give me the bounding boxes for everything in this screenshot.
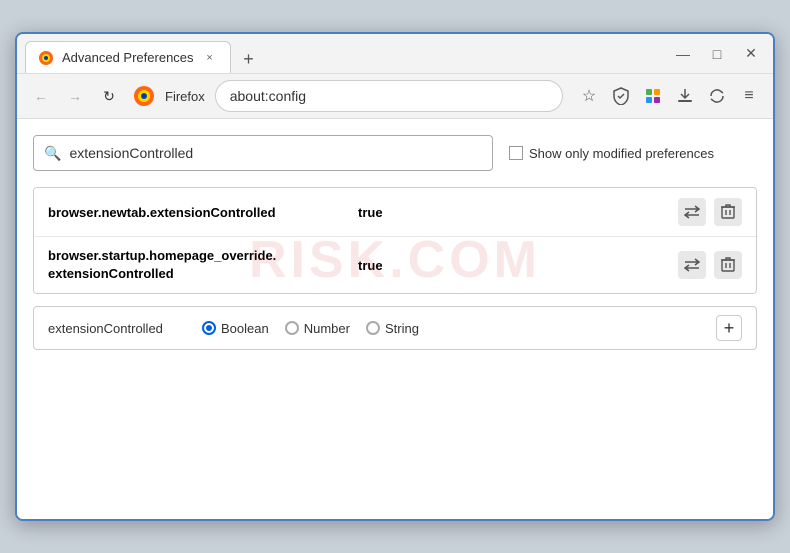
swap-icon-1[interactable] [678, 198, 706, 226]
table-row: browser.newtab.extensionControlled true [34, 188, 756, 237]
firefox-logo-icon [133, 85, 155, 107]
tab-title: Advanced Preferences [62, 50, 194, 65]
swap-svg-2 [684, 258, 700, 272]
string-label: String [385, 321, 419, 336]
row-actions-2 [678, 251, 742, 279]
shield-svg [613, 87, 629, 105]
extension-icon[interactable] [639, 82, 667, 110]
delete-icon-2[interactable] [714, 251, 742, 279]
address-bar[interactable]: about:config [215, 80, 563, 112]
pref-name-2-line2: extensionControlled [48, 265, 358, 283]
show-modified-checkbox[interactable] [509, 146, 523, 160]
sync-icon[interactable] [703, 82, 731, 110]
content-area: 🔍 Show only modified preferences browser… [17, 119, 773, 519]
type-string[interactable]: String [366, 321, 419, 336]
type-boolean[interactable]: Boolean [202, 321, 269, 336]
table-row: browser.startup.homepage_override. exten… [34, 237, 756, 293]
pref-name-2: browser.startup.homepage_override. exten… [48, 247, 358, 283]
boolean-label: Boolean [221, 321, 269, 336]
pref-name-1: browser.newtab.extensionControlled [48, 205, 358, 220]
nav-bar: ← → ↻ Firefox about:config ☆ [17, 74, 773, 119]
number-label: Number [304, 321, 350, 336]
download-svg [677, 88, 693, 104]
download-icon[interactable] [671, 82, 699, 110]
active-tab[interactable]: Advanced Preferences × [25, 41, 231, 73]
shield-icon[interactable] [607, 82, 635, 110]
forward-button[interactable]: → [61, 82, 89, 110]
menu-icon[interactable]: ≡ [735, 82, 763, 110]
pref-value-1: true [358, 205, 678, 220]
swap-icon-2[interactable] [678, 251, 706, 279]
boolean-radio-circle [202, 321, 216, 335]
firefox-tab-icon [38, 50, 54, 66]
minimize-button[interactable]: — [669, 40, 697, 68]
swap-svg-1 [684, 205, 700, 219]
number-radio-circle [285, 321, 299, 335]
string-radio-circle [366, 321, 380, 335]
bookmark-icon[interactable]: ☆ [575, 82, 603, 110]
add-pref-button[interactable]: + [716, 315, 742, 341]
reload-button[interactable]: ↻ [95, 82, 123, 110]
back-button[interactable]: ← [27, 82, 55, 110]
toolbar-icons: ☆ [575, 82, 763, 110]
sync-svg [709, 88, 725, 104]
show-modified-label: Show only modified preferences [529, 146, 714, 161]
browser-name: Firefox [165, 89, 205, 104]
new-pref-name: extensionControlled [48, 321, 188, 336]
tab-close-button[interactable]: × [202, 50, 218, 66]
row-actions-1 [678, 198, 742, 226]
add-preference-row: extensionControlled Boolean Number Strin… [33, 306, 757, 350]
pref-value-2: true [358, 258, 678, 273]
delete-icon-1[interactable] [714, 198, 742, 226]
new-tab-button[interactable]: + [235, 45, 263, 73]
type-number[interactable]: Number [285, 321, 350, 336]
results-table: browser.newtab.extensionControlled true [33, 187, 757, 294]
show-modified-container: Show only modified preferences [509, 146, 714, 161]
search-row: 🔍 Show only modified preferences [33, 135, 757, 171]
search-input[interactable] [69, 145, 482, 161]
extension-svg [644, 87, 662, 105]
title-bar: Advanced Preferences × + — □ ✕ [17, 34, 773, 74]
close-button[interactable]: ✕ [737, 40, 765, 68]
preference-search-box[interactable]: 🔍 [33, 135, 493, 171]
maximize-button[interactable]: □ [703, 40, 731, 68]
tab-strip: Advanced Preferences × + [25, 34, 669, 73]
search-icon: 🔍 [44, 145, 61, 162]
pref-name-2-line1: browser.startup.homepage_override. [48, 247, 358, 265]
delete-svg-2 [721, 257, 735, 273]
delete-svg-1 [721, 204, 735, 220]
type-radio-group: Boolean Number String [202, 321, 419, 336]
window-controls: — □ ✕ [669, 40, 765, 68]
content-wrapper: 🔍 Show only modified preferences browser… [33, 135, 757, 350]
address-text: about:config [230, 88, 306, 104]
